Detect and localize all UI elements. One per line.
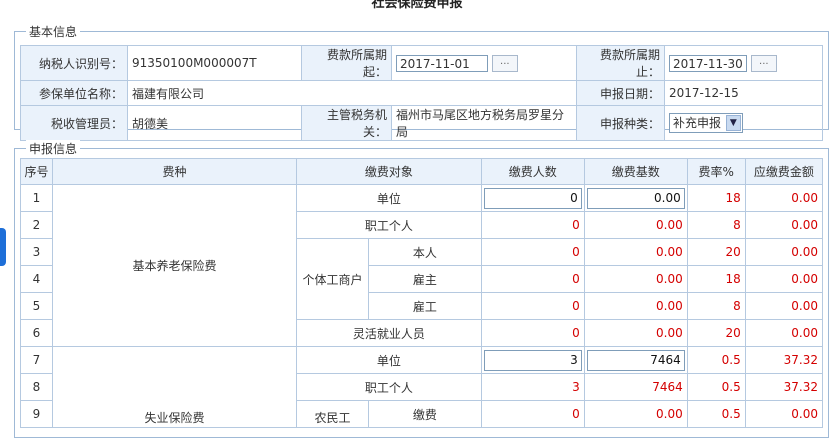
col-header-no: 序号 (20, 158, 53, 185)
col-header-object: 缴费对象 (296, 158, 482, 185)
period-start-input[interactable]: 2017-11-01 (396, 54, 488, 72)
period-start-label: 费款所属期起： (301, 45, 392, 81)
taxpayer-id-label: 纳税人识别号： (20, 45, 128, 81)
row-amount: 0.00 (744, 211, 824, 239)
base-input[interactable]: 7464 (586, 349, 685, 371)
row-base: 0.00 (583, 265, 688, 293)
col-header-rate: 费率% (686, 158, 746, 185)
row-object: 职工个人 (296, 373, 482, 401)
row-object: 单位 (296, 184, 482, 212)
table-row: 7 失业保险费 单位 3 7464 0.5 37.32 (20, 346, 824, 428)
col-header-count: 缴费人数 (480, 158, 585, 185)
declaration-legend: 申报信息 (26, 140, 81, 157)
row-amount: 0.00 (744, 292, 824, 320)
row-no: 2 (20, 211, 53, 239)
base-input[interactable]: 0.00 (586, 187, 685, 209)
row-object: 职工个人 (296, 211, 482, 239)
row-count: 3 (480, 373, 585, 401)
row-amount: 37.32 (744, 346, 824, 374)
period-end-picker-button[interactable]: ... (750, 54, 777, 72)
row-rate: 18 (686, 184, 746, 212)
col-header-fee-type: 费种 (52, 158, 297, 185)
row-count: 0 (480, 319, 585, 347)
row-rate: 8 (686, 211, 746, 239)
tax-office-label: 主管税务机关： (301, 105, 392, 141)
declare-type-selected: 补充申报 (673, 116, 722, 130)
tax-office-value: 福州市马尾区地方税务局罗星分局 (391, 105, 577, 141)
row-rate: 20 (686, 319, 746, 347)
row-rate: 0.5 (686, 400, 746, 428)
declaration-table: 序号 费种 缴费对象 缴费人数 缴费基数 费率% 应缴费金额 1 基本养老保险费… (20, 158, 824, 428)
basic-info-legend: 基本信息 (26, 23, 81, 40)
period-start-picker-button[interactable]: ... (491, 54, 518, 72)
row-rate: 18 (686, 265, 746, 293)
row-object: 缴费 (368, 400, 482, 428)
basic-info-table: 纳税人识别号： 91350100M000007T 费款所属期起： 2017-11… (20, 45, 823, 141)
table-row: 1 基本养老保险费 单位 0 0.00 18 0.00 (20, 184, 824, 347)
tax-officer-label: 税收管理员： (20, 105, 128, 141)
row-rate: 0.5 (686, 373, 746, 401)
unit-name-label: 参保单位名称： (20, 80, 128, 106)
row-count: 0 (480, 238, 585, 266)
row-rate: 8 (686, 292, 746, 320)
declare-date-label: 申报日期： (576, 80, 665, 106)
page-title: 社会保险费申报 (371, 0, 463, 11)
row-no: 3 (20, 238, 53, 266)
row-amount: 0.00 (744, 184, 824, 212)
row-count: 0 (480, 292, 585, 320)
row-base: 0.00 (583, 211, 688, 239)
row-object: 雇工 (368, 292, 482, 320)
row-amount: 0.00 (744, 400, 824, 428)
row-base: 0.00 (583, 238, 688, 266)
tax-officer-value: 胡德美 (127, 105, 302, 141)
row-object: 本人 (368, 238, 482, 266)
count-input[interactable]: 0 (483, 187, 582, 209)
row-no: 8 (20, 373, 53, 401)
count-input[interactable]: 3 (483, 349, 582, 371)
row-count: 0 (480, 265, 585, 293)
row-no: 4 (20, 265, 53, 293)
row-count: 0 (480, 211, 585, 239)
row-object: 雇主 (368, 265, 482, 293)
row-count: 0 (480, 400, 585, 428)
fee-type-unemployment: 失业保险费 (52, 346, 297, 428)
row-object: 灵活就业人员 (296, 319, 482, 347)
row-no: 6 (20, 319, 53, 347)
col-header-base: 缴费基数 (583, 158, 688, 185)
unit-name-value: 福建有限公司 (127, 80, 577, 106)
row-base: 0.00 (583, 292, 688, 320)
period-end-input[interactable]: 2017-11-30 (669, 54, 747, 72)
row-amount: 0.00 (744, 238, 824, 266)
row-no: 7 (20, 346, 53, 374)
row-amount: 0.00 (744, 265, 824, 293)
taxpayer-id-value: 91350100M000007T (127, 45, 302, 81)
row-no: 1 (20, 184, 53, 212)
row-base: 7464 (583, 373, 688, 401)
side-expand-tab[interactable] (0, 228, 6, 266)
row-amount: 37.32 (744, 373, 824, 401)
declare-type-label: 申报种类： (576, 105, 665, 141)
group-self-employed: 个体工商户 (296, 238, 369, 320)
group-migrant-worker: 农民工 (296, 400, 369, 428)
declare-type-select[interactable]: 补充申报 ▼ (669, 113, 743, 133)
row-rate: 20 (686, 238, 746, 266)
col-header-amount: 应缴费金额 (744, 158, 824, 185)
row-base: 0.00 (583, 400, 688, 428)
row-no: 5 (20, 292, 53, 320)
fee-type-pension: 基本养老保险费 (52, 184, 297, 347)
declare-date-value: 2017-12-15 (664, 80, 823, 106)
chevron-down-icon[interactable]: ▼ (725, 115, 741, 131)
row-base: 0.00 (583, 319, 688, 347)
row-rate: 0.5 (686, 346, 746, 374)
row-no: 9 (20, 400, 53, 428)
row-object: 单位 (296, 346, 482, 374)
row-amount: 0.00 (744, 319, 824, 347)
period-end-label: 费款所属期止： (576, 45, 665, 81)
